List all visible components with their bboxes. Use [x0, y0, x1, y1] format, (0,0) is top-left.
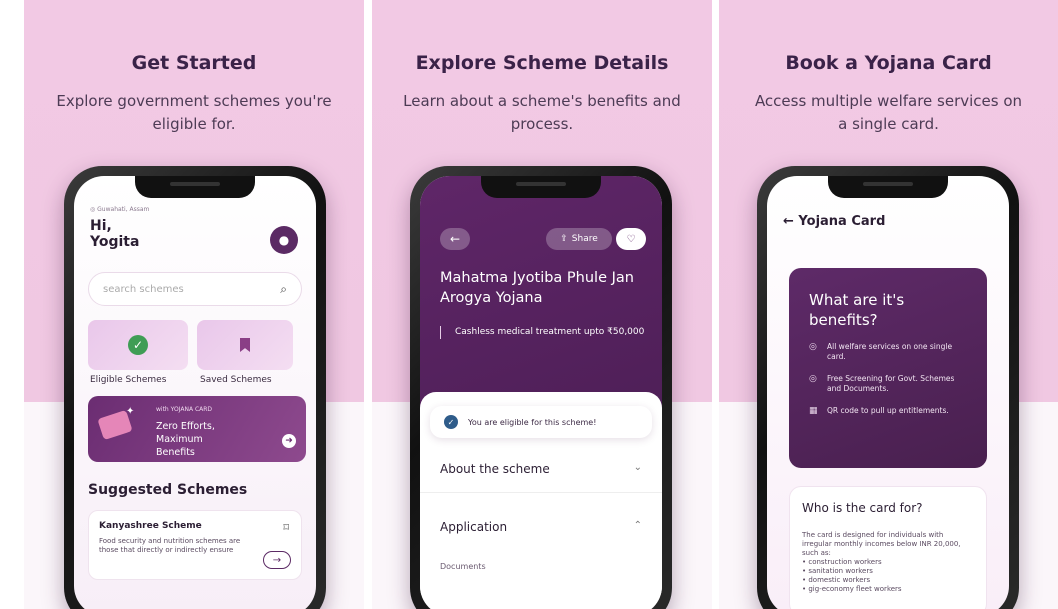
scheme-hero: ← ⇪ Share ♡ Mahatma Jyotiba Phule Jan Aro…	[420, 176, 662, 422]
phone-notch	[135, 176, 255, 198]
scheme-card[interactable]: Kanyashree Scheme Food security and nutr…	[88, 510, 302, 580]
divider	[420, 492, 662, 493]
eligibility-text: You are eligible for this scheme!	[468, 417, 597, 427]
benefit-item: ◎ Free Screening for Govt. Schemes and Do…	[809, 374, 967, 394]
arrow-left-icon: ←	[449, 232, 461, 246]
back-arrow-icon[interactable]: ←	[783, 214, 798, 229]
home-screen: ◎ Guwahati, Assam Hi, Yogita ● ⌕ ✓ Eligi…	[74, 176, 316, 609]
scheme-card-title: Kanyashree Scheme	[99, 521, 202, 531]
open-scheme-button[interactable]: →	[263, 551, 291, 569]
list-item: construction workers	[802, 558, 974, 567]
chevron-down-icon: ⌄	[633, 462, 642, 473]
about-scheme-accordion[interactable]: About the scheme ⌄	[440, 462, 642, 476]
phone-notch	[481, 176, 601, 198]
promo-tag: with YOJANA CARD	[156, 406, 213, 413]
panel-explore-scheme: Explore Scheme Details Learn about a sch…	[372, 0, 712, 609]
who-list: construction workers sanitation workers …	[802, 558, 974, 594]
who-description: The card is designed for individuals wit…	[802, 531, 974, 594]
location-text: Guwahati, Assam	[97, 206, 150, 213]
who-title: Who is the card for?	[802, 501, 923, 515]
panel-subtitle: Explore government schemes you're eligib…	[56, 92, 332, 133]
panel-get-started: Get Started Explore government schemes y…	[24, 0, 364, 609]
check-circle-icon: ◎	[809, 342, 817, 352]
list-item: sanitation workers	[802, 567, 974, 576]
benefit-text: QR code to pull up entitlements.	[827, 406, 949, 415]
heart-icon: ♡	[626, 233, 636, 245]
verified-badge-icon: ✓	[444, 415, 458, 429]
scheme-body: ✓ You are eligible for this scheme! Abou…	[420, 392, 662, 609]
greeting: Hi, Yogita	[90, 218, 140, 250]
benefits-title: What are it's benefits?	[809, 291, 905, 329]
screen-title: Yojana Card	[798, 214, 886, 229]
benefit-text: Free Screening for Govt. Schemes and Doc…	[827, 374, 955, 393]
benefit-item: ▦ QR code to pull up entitlements.	[809, 406, 967, 416]
who-card: Who is the card for? The card is designe…	[789, 486, 987, 609]
qr-code-icon: ▦	[809, 406, 818, 416]
application-accordion[interactable]: Application ⌃	[440, 520, 642, 534]
panel-title: Book a Yojana Card	[785, 52, 992, 74]
scheme-benefit: Cashless medical treatment upto ₹50,000	[440, 326, 648, 339]
yojana-card-promo[interactable]: ✦ with YOJANA CARD Zero Efforts, Maximum…	[88, 396, 306, 462]
list-item: domestic workers	[802, 576, 974, 585]
accordion-label: About the scheme	[440, 462, 550, 476]
panel-title: Explore Scheme Details	[415, 52, 669, 74]
benefit-text: All welfare services on one single card.	[827, 342, 953, 361]
back-button[interactable]: ←	[440, 228, 470, 250]
phone-frame: ◎ Guwahati, Assam Hi, Yogita ● ⌕ ✓ Eligi…	[64, 166, 326, 609]
chevron-up-icon: ⌃	[633, 520, 642, 531]
eligible-schemes-tile[interactable]: ✓	[88, 320, 188, 370]
panel-subtitle: Learn about a scheme's benefits and proc…	[403, 92, 681, 133]
check-circle-icon: ✓	[128, 335, 148, 355]
scheme-card-description: Food security and nutrition schemes are …	[99, 537, 241, 554]
phone-frame: ← Yojana Card What are it's benefits? ◎ A…	[757, 166, 1019, 609]
screen-header: ← Yojana Card	[783, 214, 885, 229]
user-icon: ●	[278, 233, 290, 247]
location-label: ◎ Guwahati, Assam	[90, 206, 150, 213]
panel-subtitle: Access multiple welfare services on a si…	[754, 92, 1023, 133]
check-circle-icon: ◎	[809, 374, 817, 384]
sparkle-icon: ✦	[126, 406, 135, 417]
saved-schemes-tile[interactable]	[197, 320, 293, 370]
who-intro: The card is designed for individuals wit…	[802, 531, 961, 557]
search-bar[interactable]: ⌕	[88, 272, 302, 306]
scheme-title: Mahatma Jyotiba Phule Jan Arogya Yojana	[440, 270, 634, 306]
documents-label: Documents	[440, 562, 486, 571]
benefit-item: ◎ All welfare services on one single card…	[809, 342, 967, 362]
share-icon: ⇪	[560, 234, 568, 244]
eligible-schemes-label: Eligible Schemes	[90, 375, 167, 385]
profile-avatar-button[interactable]: ●	[270, 226, 298, 254]
yojana-card-screen: ← Yojana Card What are it's benefits? ◎ A…	[767, 176, 1009, 609]
search-icon[interactable]: ⌕	[280, 282, 287, 297]
phone-notch	[828, 176, 948, 198]
suggested-schemes-heading: Suggested Schemes	[88, 482, 248, 498]
panel-yojana-card: Book a Yojana Card Access multiple welfa…	[719, 0, 1058, 609]
panel-title: Get Started	[131, 52, 257, 74]
eligibility-banner: ✓ You are eligible for this scheme!	[430, 406, 652, 438]
accordion-label: Application	[440, 520, 508, 534]
favorite-button[interactable]: ♡	[616, 228, 646, 250]
saved-schemes-label: Saved Schemes	[200, 375, 272, 385]
search-input[interactable]	[103, 283, 253, 295]
promo-text: Zero Efforts, Maximum Benefits	[156, 421, 215, 458]
bookmark-icon	[240, 338, 250, 352]
arrow-right-icon[interactable]: ➜	[282, 434, 296, 448]
list-item: gig-economy fleet workers	[802, 585, 974, 594]
scheme-detail-screen: ← ⇪ Share ♡ Mahatma Jyotiba Phule Jan Aro…	[420, 176, 662, 609]
share-button[interactable]: ⇪ Share	[546, 228, 612, 250]
bookmark-outline-icon[interactable]: ⌑	[283, 521, 289, 534]
phone-frame: ← ⇪ Share ♡ Mahatma Jyotiba Phule Jan Aro…	[410, 166, 672, 609]
benefits-card: What are it's benefits? ◎ All welfare ser…	[789, 268, 987, 468]
share-label: Share	[571, 234, 598, 244]
